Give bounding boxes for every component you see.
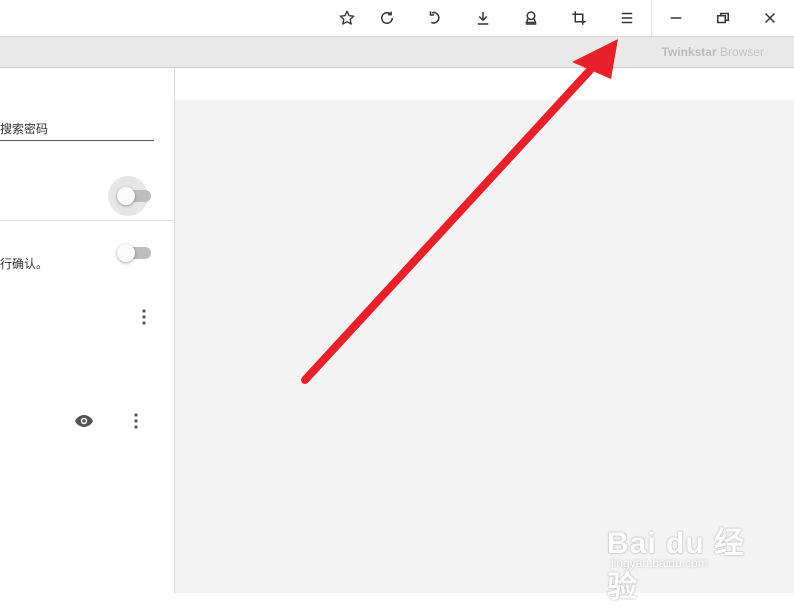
settings-panel: 行确认。 (0, 68, 175, 593)
visibility-icon[interactable] (73, 411, 95, 431)
undo-icon[interactable] (415, 0, 455, 36)
toggle-knob (117, 187, 135, 205)
toggle-knob (117, 244, 135, 262)
browser-toolbar (0, 0, 794, 37)
setting-toggle-2[interactable] (117, 244, 151, 262)
setting-description: 行确认。 (0, 257, 49, 271)
menu-icon[interactable] (607, 0, 647, 36)
setting-toggle-1[interactable] (117, 187, 151, 205)
minimize-icon[interactable] (656, 0, 696, 36)
search-input[interactable] (0, 122, 150, 136)
brand-logo: Twinkstar Browser (661, 45, 764, 59)
window-controls-separator (651, 0, 652, 36)
download-icon[interactable] (463, 0, 503, 36)
stamp-icon[interactable] (511, 0, 551, 36)
baidu-watermark: Bai du 经验 jingyan.baidu.com (607, 527, 746, 604)
more-vert-icon[interactable] (126, 411, 146, 431)
star-icon[interactable] (327, 0, 367, 36)
brand-bar: Twinkstar Browser (0, 37, 794, 68)
close-icon[interactable] (750, 0, 790, 36)
restore-icon[interactable] (703, 0, 743, 36)
more-vert-icon[interactable] (134, 307, 154, 327)
password-search-field[interactable] (0, 118, 154, 141)
refresh-icon[interactable] (367, 0, 407, 36)
crop-icon[interactable] (559, 0, 599, 36)
divider (0, 220, 174, 221)
